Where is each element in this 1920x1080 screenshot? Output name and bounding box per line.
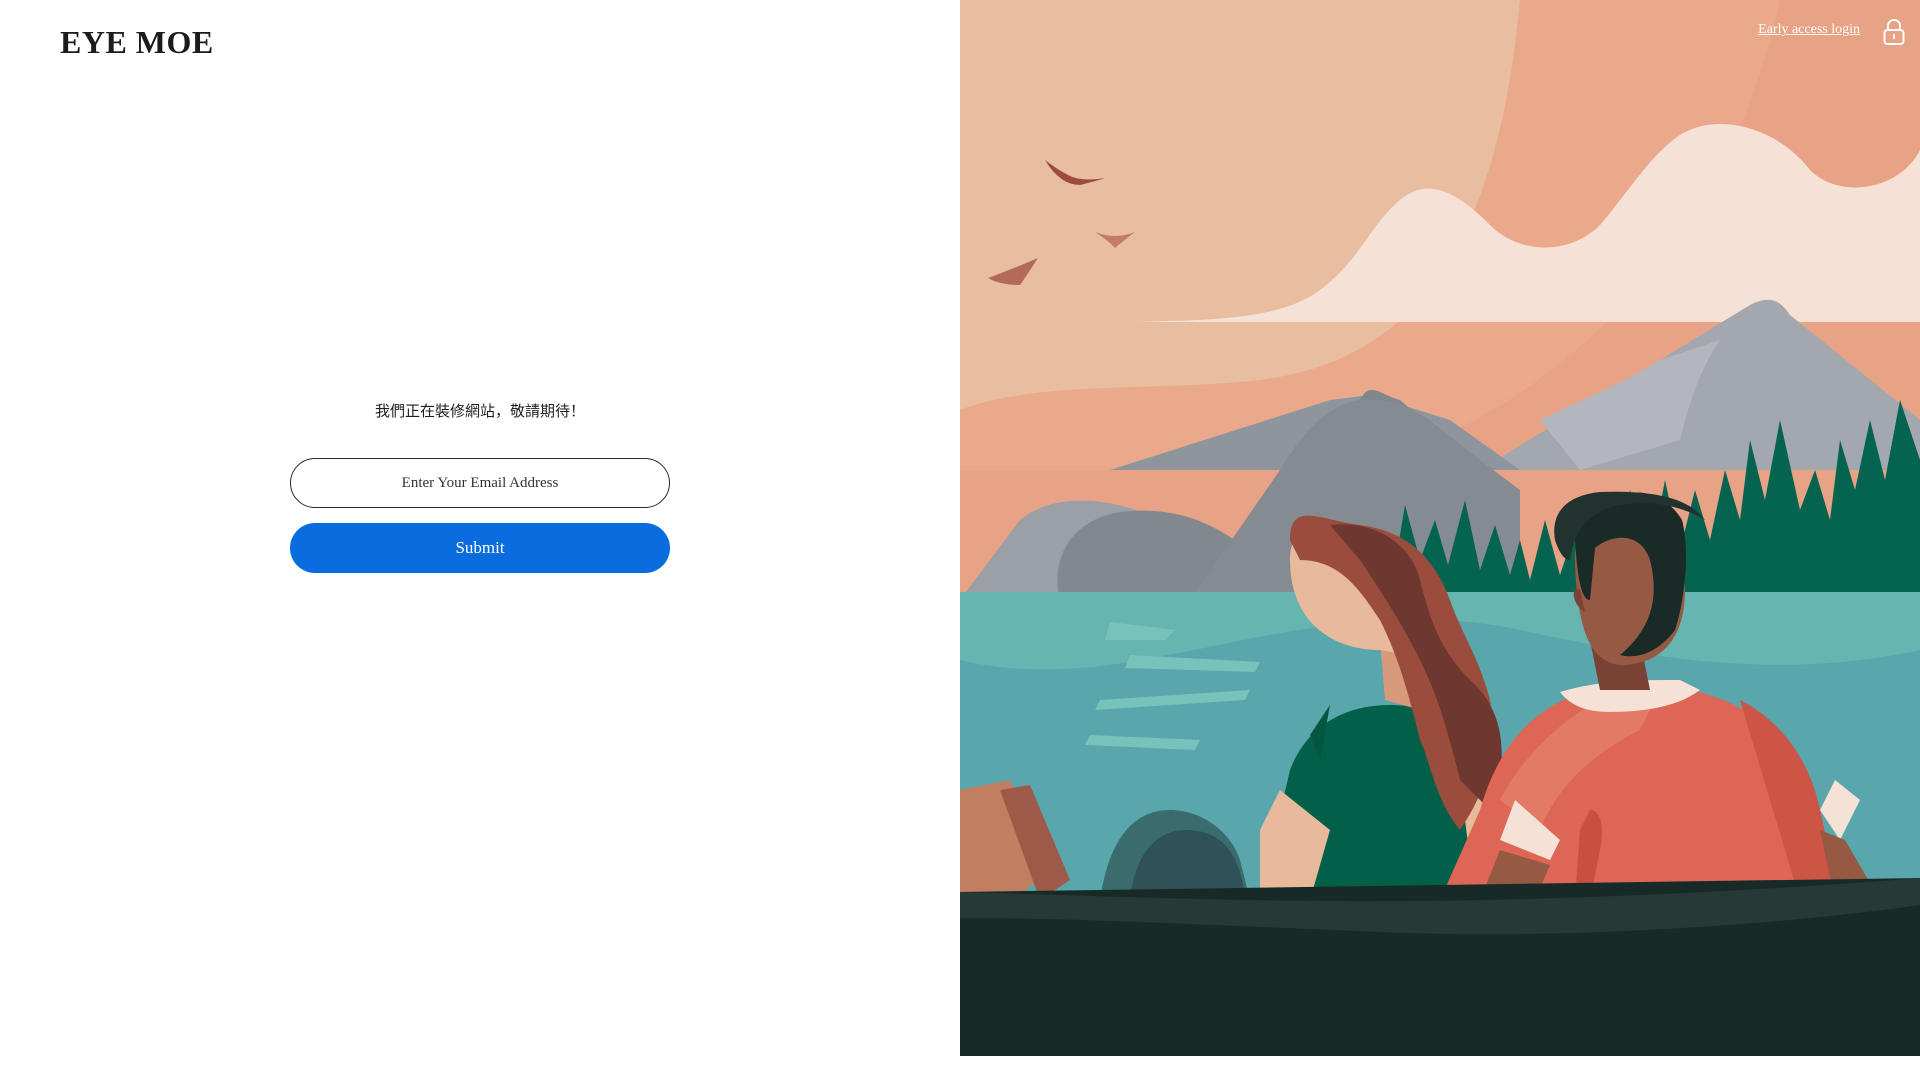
coming-soon-message: 我們正在裝修網站，敬請期待！: [374, 402, 585, 420]
hero-illustration: Early access login: [960, 0, 1920, 1056]
email-field[interactable]: [290, 458, 670, 508]
signup-form: 我們正在裝修網站，敬請期待！ Submit: [290, 400, 670, 573]
landscape-illustration: [960, 0, 1920, 1056]
brand-logo: EYE MOE: [60, 24, 214, 60]
submit-button[interactable]: Submit: [290, 523, 670, 573]
early-access-login-link[interactable]: Early access login: [1758, 22, 1860, 38]
lock-icon[interactable]: [1882, 18, 1906, 46]
left-panel: EYE MOE 我們正在裝修網站，敬請期待！ Submit: [0, 0, 960, 1080]
